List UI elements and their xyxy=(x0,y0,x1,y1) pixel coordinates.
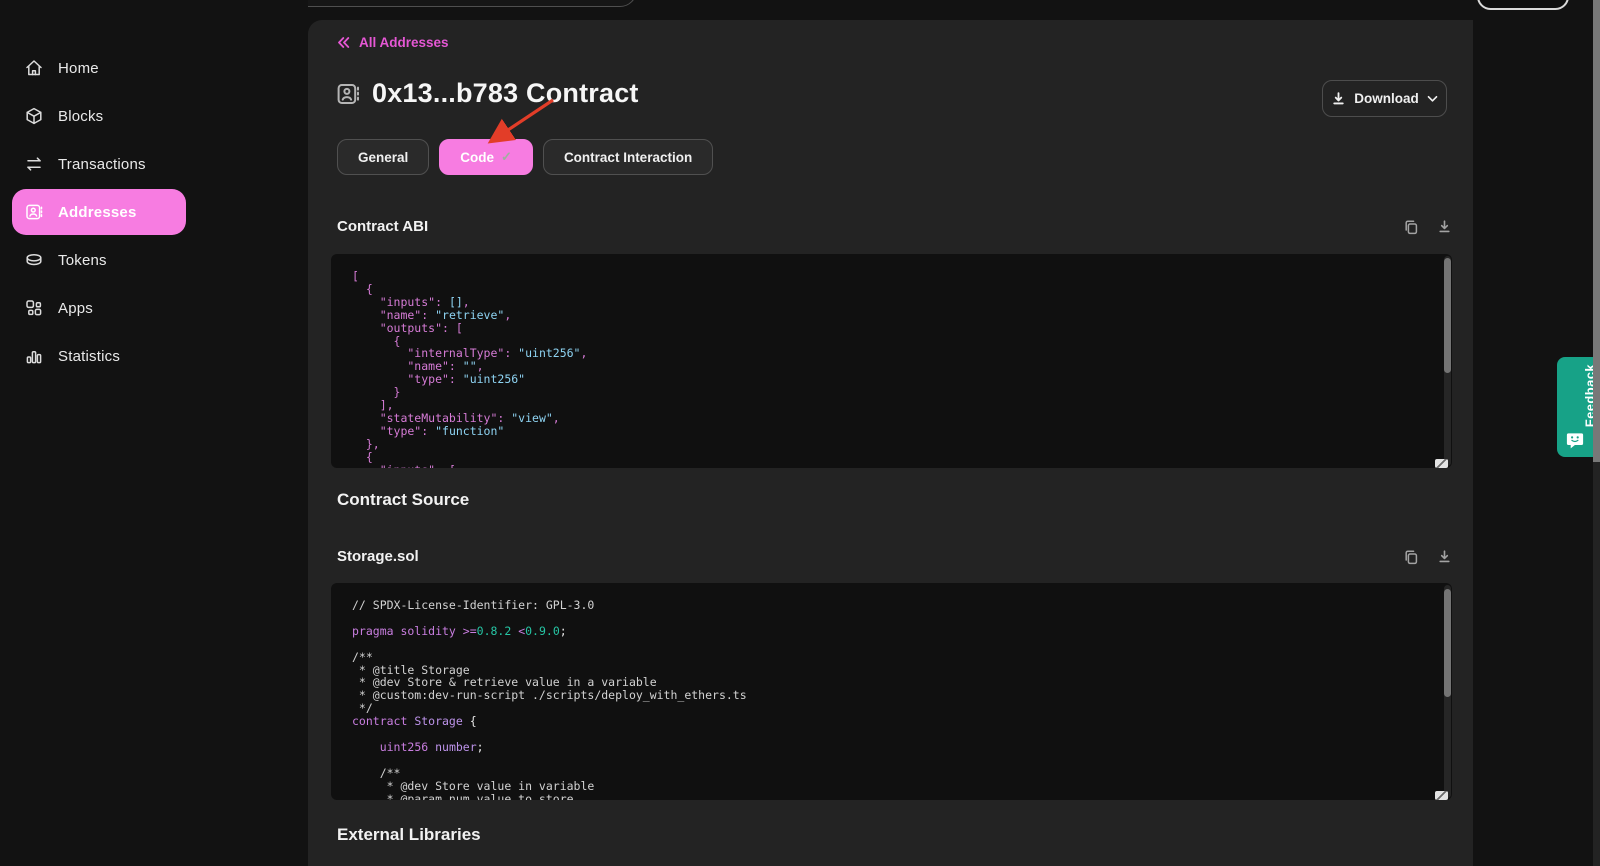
tabs: General Code ✓ Contract Interaction xyxy=(337,139,713,175)
sidebar-item-tokens[interactable]: Tokens xyxy=(0,236,200,284)
sidebar-item-label: Tokens xyxy=(58,252,107,269)
transactions-icon xyxy=(24,154,44,174)
double-chevron-left-icon xyxy=(337,37,350,48)
page-scrollbar[interactable] xyxy=(1593,0,1600,866)
contract-abi-code-block[interactable]: [ { "inputs": [], "name": "retrieve", "o… xyxy=(331,254,1452,468)
copy-abi-button[interactable] xyxy=(1403,219,1419,235)
abi-title: Contract ABI xyxy=(337,218,428,235)
source-resize-grip[interactable] xyxy=(1435,791,1448,800)
sidebar-item-label: Addresses xyxy=(58,204,137,221)
contract-source-title: Contract Source xyxy=(337,490,469,510)
check-icon: ✓ xyxy=(501,149,512,165)
tab-contract-interaction[interactable]: Contract Interaction xyxy=(543,139,713,175)
tab-general[interactable]: General xyxy=(337,139,429,175)
file-section-header: Storage.sol xyxy=(337,548,1452,565)
page-scrollbar-thumb[interactable] xyxy=(1593,0,1600,462)
source-scrollbar-thumb[interactable] xyxy=(1444,589,1451,697)
copy-source-button[interactable] xyxy=(1403,549,1419,565)
download-label: Download xyxy=(1354,91,1419,106)
sidebar-item-apps[interactable]: Apps xyxy=(0,284,200,332)
abi-scrollbar[interactable] xyxy=(1444,256,1451,466)
address-book-icon xyxy=(24,202,44,222)
download-icon xyxy=(1437,219,1452,234)
copy-icon xyxy=(1403,219,1419,235)
chat-smiley-icon xyxy=(1567,432,1584,449)
sidebar-item-label: Statistics xyxy=(58,348,120,365)
sidebar-item-label: Home xyxy=(58,60,99,77)
external-libraries-title: External Libraries xyxy=(337,825,481,845)
blocks-icon xyxy=(24,106,44,126)
page-title: 0x13...b783 Contract xyxy=(372,78,639,109)
topright-button-partial[interactable] xyxy=(1477,0,1569,10)
download-abi-button[interactable] xyxy=(1436,219,1452,235)
sidebar-item-transactions[interactable]: Transactions xyxy=(0,140,200,188)
apps-icon xyxy=(24,298,44,318)
abi-resize-grip[interactable] xyxy=(1435,459,1448,468)
contract-source-code: // SPDX-License-Identifier: GPL-3.0 prag… xyxy=(331,583,1452,800)
breadcrumb-label: All Addresses xyxy=(359,35,449,50)
copy-icon xyxy=(1403,549,1419,565)
main-panel: All Addresses 0x13...b783 Contract Downl… xyxy=(308,20,1473,866)
sidebar-item-label: Blocks xyxy=(58,108,103,125)
sidebar-item-blocks[interactable]: Blocks xyxy=(0,92,200,140)
sidebar-item-addresses[interactable]: Addresses xyxy=(0,188,200,236)
source-scrollbar[interactable] xyxy=(1444,585,1451,798)
sidebar-item-label: Apps xyxy=(58,300,93,317)
chevron-down-icon xyxy=(1427,95,1438,103)
tokens-icon xyxy=(24,250,44,270)
abi-scrollbar-thumb[interactable] xyxy=(1444,258,1451,373)
sidebar-item-home[interactable]: Home xyxy=(0,44,200,92)
download-icon xyxy=(1331,91,1346,106)
home-icon xyxy=(24,58,44,78)
address-book-icon xyxy=(335,81,361,107)
feedback-button[interactable]: Feedback xyxy=(1557,357,1593,457)
breadcrumb[interactable]: All Addresses xyxy=(337,35,449,50)
sidebar-item-label: Transactions xyxy=(58,156,146,173)
contract-source-code-block[interactable]: // SPDX-License-Identifier: GPL-3.0 prag… xyxy=(331,583,1452,800)
sidebar: Home Blocks Transactions Addresses Token… xyxy=(0,0,308,866)
sidebar-item-statistics[interactable]: Statistics xyxy=(0,332,200,380)
abi-section-header: Contract ABI xyxy=(337,218,1452,235)
download-source-button[interactable] xyxy=(1436,549,1452,565)
title-row: 0x13...b783 Contract xyxy=(335,78,639,109)
download-button[interactable]: Download xyxy=(1322,80,1447,117)
tab-code[interactable]: Code ✓ xyxy=(439,139,533,175)
contract-abi-code: [ { "inputs": [], "name": "retrieve", "o… xyxy=(331,254,1452,468)
file-title: Storage.sol xyxy=(337,548,419,565)
download-icon xyxy=(1437,549,1452,564)
statistics-icon xyxy=(24,346,44,366)
